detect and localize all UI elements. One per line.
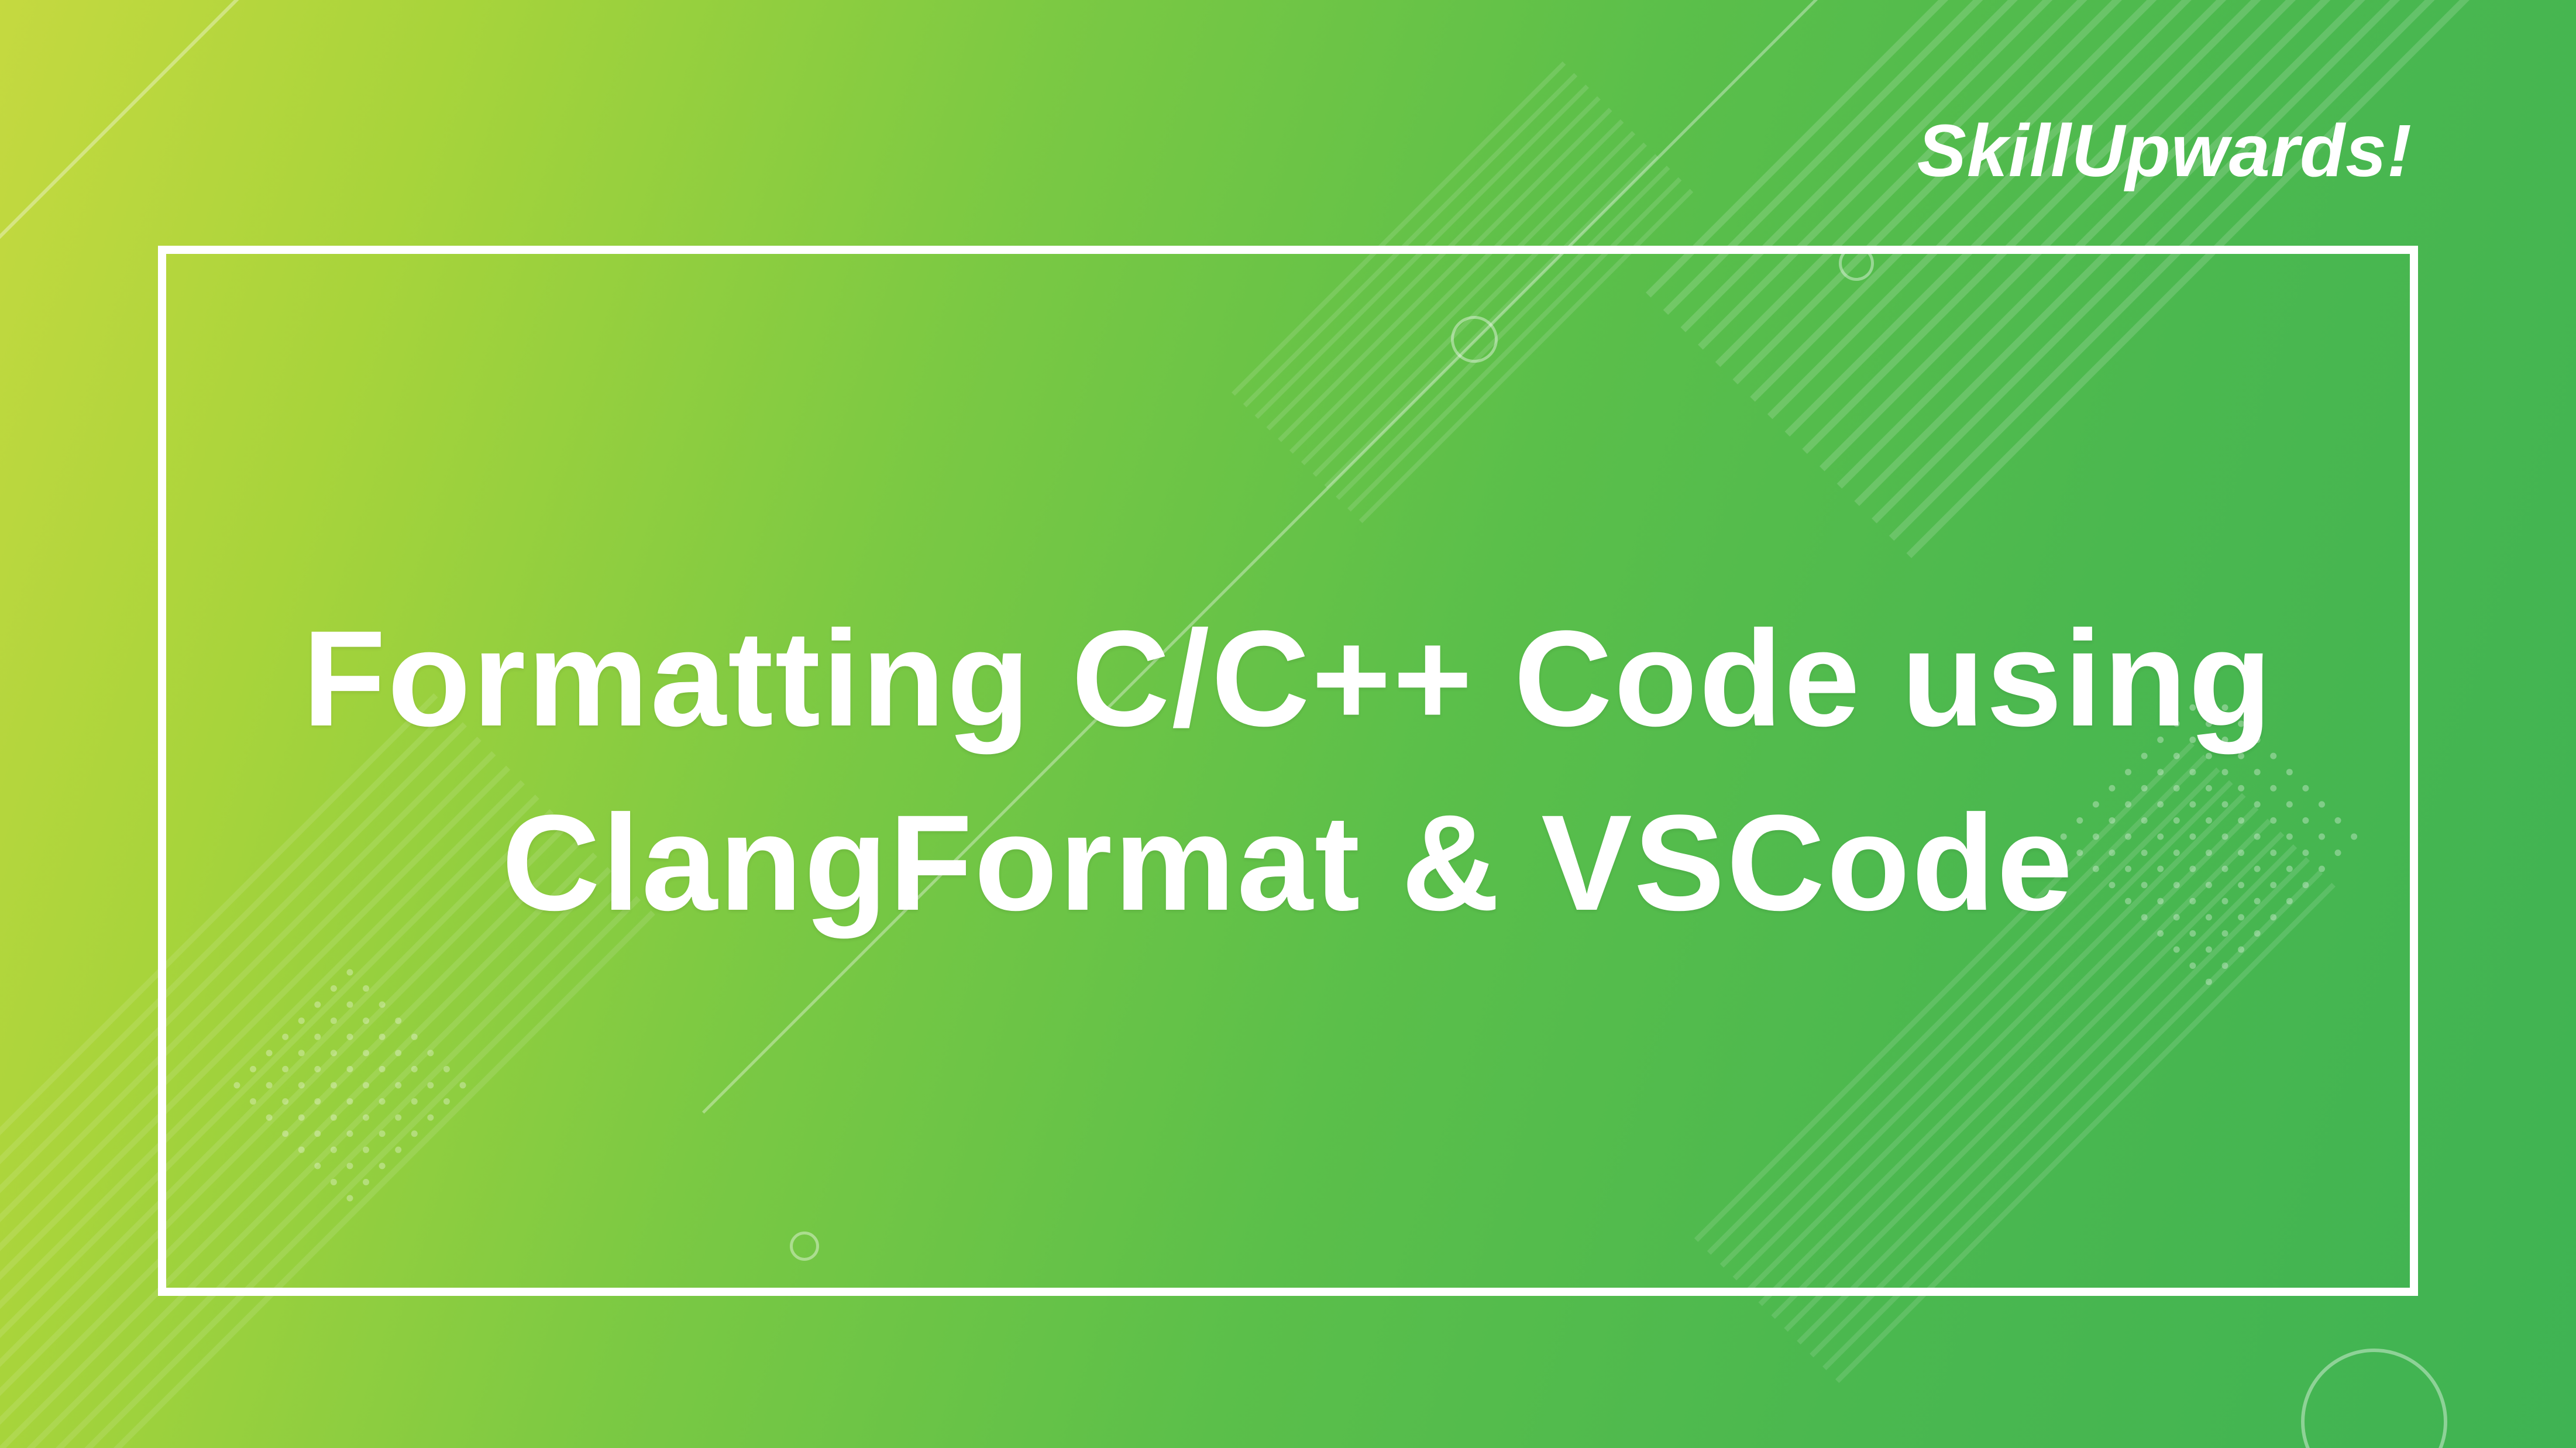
title-frame: Formatting C/C++ Code using ClangFormat … xyxy=(158,246,2418,1296)
brand-label: SkillUpwards! xyxy=(1917,108,2412,193)
slide-title: Formatting C/C++ Code using ClangFormat … xyxy=(248,587,2328,955)
slide-banner: SkillUpwards! Formatting C/C++ Code usin… xyxy=(0,0,2576,1448)
decor-circle xyxy=(2301,1349,2447,1448)
